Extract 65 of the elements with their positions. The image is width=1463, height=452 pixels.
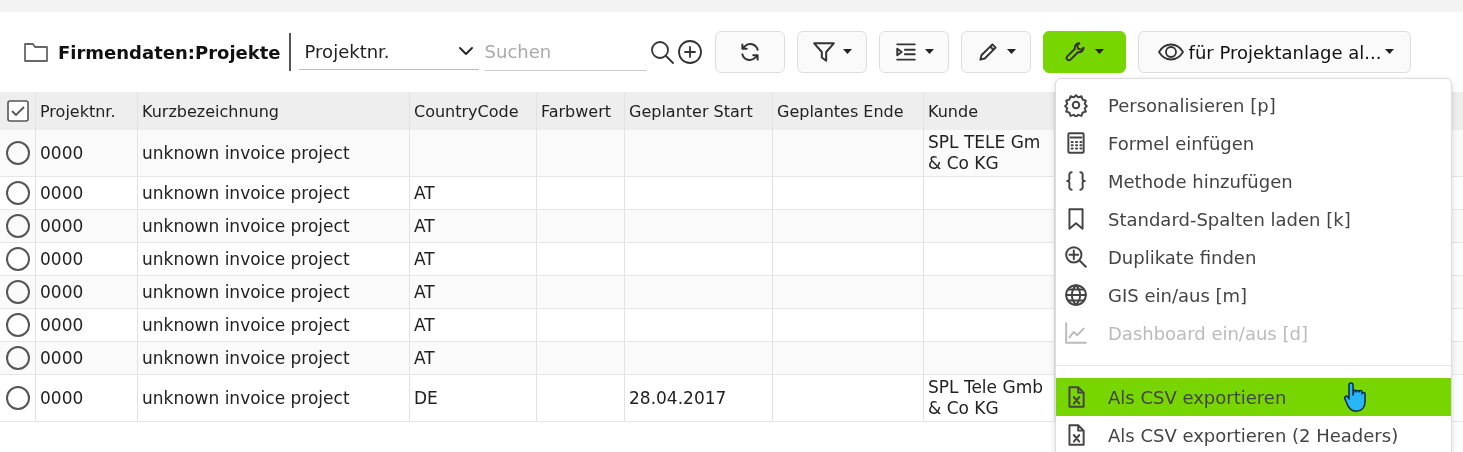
filter-icon	[811, 40, 836, 64]
pencil-button[interactable]	[960, 31, 1031, 73]
menu-item[interactable]: Methode hinzufügen	[1056, 162, 1451, 200]
gear-icon	[1064, 93, 1088, 117]
row-radio-button[interactable]	[5, 181, 30, 205]
table-cell: AT	[414, 314, 435, 336]
zoom-in-icon	[1064, 245, 1088, 269]
menu-item[interactable]: Formel einfügen	[1056, 124, 1451, 162]
table-cell: unknown invoice project	[142, 314, 350, 336]
row-radio-button[interactable]	[5, 141, 30, 165]
table-cell: 0000	[40, 215, 84, 237]
table-cell: SPL TELE Gm & Co KG	[928, 132, 1041, 174]
table-cell: unknown invoice project	[142, 248, 350, 270]
calculator-icon	[1064, 131, 1088, 155]
menu-item[interactable]: Personalisieren [p]	[1056, 86, 1451, 124]
table-cell: unknown invoice project	[142, 281, 350, 303]
wrench-button[interactable]	[1042, 31, 1126, 73]
view-dropdown-button[interactable]: für Projektanlage al...	[1137, 31, 1412, 73]
row-radio-button[interactable]	[5, 346, 30, 370]
table-cell: SPL Tele Gmb & Co KG	[928, 377, 1043, 419]
menu-item[interactable]: Als CSV exportieren (2 Headers)	[1056, 416, 1451, 452]
hand-cursor-icon	[1344, 381, 1368, 413]
row-radio-button[interactable]	[5, 247, 30, 271]
page-title: Firmendaten:Projekte	[58, 41, 281, 63]
caret-icon	[1385, 49, 1395, 55]
table-cell: 0000	[40, 387, 84, 409]
indent-icon	[893, 40, 918, 64]
table-cell: 0000	[40, 347, 84, 369]
table-cell: 0000	[40, 142, 84, 164]
table-cell: 0000	[40, 314, 84, 336]
indent-button[interactable]	[878, 31, 949, 73]
table-cell: AT	[414, 248, 435, 270]
filter-button[interactable]	[796, 31, 867, 73]
search-icon[interactable]	[648, 39, 675, 65]
globe-icon	[1064, 283, 1088, 307]
folder-icon	[24, 42, 48, 62]
menu-item[interactable]: Duplikate finden	[1056, 238, 1451, 276]
menu-item[interactable]: Standard-Spalten laden [k]	[1056, 200, 1451, 238]
row-radio-button[interactable]	[5, 214, 30, 238]
table-cell: unknown invoice project	[142, 142, 350, 164]
menu-item[interactable]: Als CSV exportieren	[1056, 378, 1451, 416]
table-cell: 0000	[40, 248, 84, 270]
menu-item[interactable]: GIS ein/aus [m]	[1056, 276, 1451, 314]
table-cell: unknown invoice project	[142, 182, 350, 204]
select-all-checkbox[interactable]	[6, 100, 29, 122]
table-cell: AT	[414, 182, 435, 204]
row-radio-button[interactable]	[5, 280, 30, 304]
refresh-button[interactable]	[714, 31, 785, 73]
table-cell: unknown invoice project	[142, 347, 350, 369]
table-cell: 0000	[40, 281, 84, 303]
table-cell: AT	[414, 347, 435, 369]
chevron-down-icon	[458, 47, 473, 56]
table-cell: unknown invoice project	[142, 387, 350, 409]
table-cell: unknown invoice project	[142, 215, 350, 237]
table-cell: 28.04.2017	[629, 387, 727, 409]
add-icon[interactable]	[676, 39, 703, 65]
line-chart-icon	[1064, 321, 1088, 345]
row-radio-button[interactable]	[5, 386, 30, 410]
braces-icon	[1064, 169, 1088, 193]
eye-icon	[1156, 41, 1185, 63]
row-radio-button[interactable]	[5, 313, 30, 337]
table-cell: 0000	[40, 182, 84, 204]
table-cell: DE	[414, 387, 438, 409]
table-cell: AT	[414, 281, 435, 303]
table-cell: AT	[414, 215, 435, 237]
